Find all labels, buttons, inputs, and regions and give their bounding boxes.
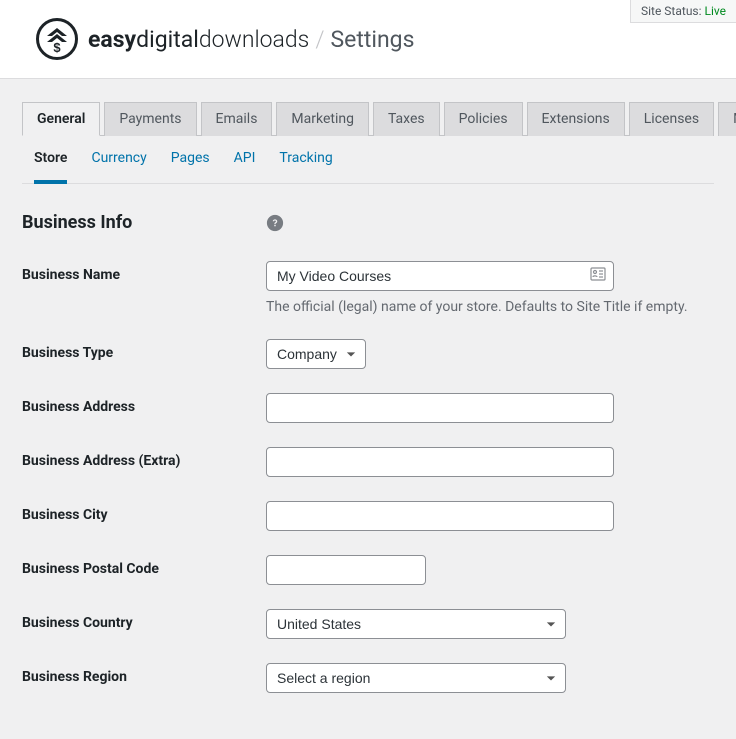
- tab-misc[interactable]: Misc: [718, 102, 736, 136]
- input-business-name[interactable]: [266, 261, 614, 291]
- svg-text:$: $: [53, 40, 61, 55]
- row-business-city: Business City: [22, 501, 714, 531]
- row-business-country: Business Country United States: [22, 609, 714, 639]
- section-header: Business Info: [22, 212, 714, 233]
- site-status-badge: Site Status: Live: [630, 0, 736, 23]
- contact-card-icon: [590, 267, 606, 285]
- label-business-type: Business Type: [22, 339, 266, 361]
- subtab-currency[interactable]: Currency: [91, 150, 146, 184]
- edd-logo-text: easydigitaldownloads: [88, 26, 309, 53]
- secondary-tabs: Store Currency Pages API Tracking: [22, 136, 714, 184]
- label-business-region: Business Region: [22, 663, 266, 685]
- select-business-country[interactable]: United States: [266, 609, 566, 639]
- label-business-address: Business Address: [22, 393, 266, 415]
- subtab-tracking[interactable]: Tracking: [279, 150, 332, 184]
- help-business-name: The official (legal) name of your store.…: [266, 299, 714, 315]
- site-status-label: Site Status:: [641, 4, 702, 18]
- select-business-type[interactable]: Company: [266, 339, 366, 369]
- brand-digital: digital: [136, 26, 199, 53]
- input-business-city[interactable]: [266, 501, 614, 531]
- tab-marketing[interactable]: Marketing: [276, 102, 369, 136]
- input-business-postal-code[interactable]: [266, 555, 426, 585]
- tab-licenses[interactable]: Licenses: [629, 102, 714, 136]
- row-business-address: Business Address: [22, 393, 714, 423]
- label-business-address-extra: Business Address (Extra): [22, 447, 266, 469]
- label-business-name: Business Name: [22, 261, 266, 283]
- settings-content: General Payments Emails Marketing Taxes …: [0, 79, 736, 739]
- label-business-postal-code: Business Postal Code: [22, 555, 266, 577]
- brand-easy: easy: [88, 26, 136, 53]
- tab-emails[interactable]: Emails: [201, 102, 273, 136]
- section-title: Business Info: [22, 212, 266, 233]
- row-business-name: Business Name The official (legal) name …: [22, 261, 714, 315]
- tab-policies[interactable]: Policies: [444, 102, 523, 136]
- help-icon[interactable]: [266, 214, 284, 232]
- subtab-pages[interactable]: Pages: [171, 150, 210, 184]
- tab-extensions[interactable]: Extensions: [527, 102, 625, 136]
- tab-taxes[interactable]: Taxes: [373, 102, 440, 136]
- edd-logo-icon: $: [36, 18, 78, 60]
- primary-tabs: General Payments Emails Marketing Taxes …: [22, 101, 714, 136]
- breadcrumb-separator: /: [315, 26, 324, 53]
- page-header: Site Status: Live $ easydigitaldownloads…: [0, 0, 736, 79]
- subtab-store[interactable]: Store: [34, 150, 67, 184]
- label-business-city: Business City: [22, 501, 266, 523]
- label-business-country: Business Country: [22, 609, 266, 631]
- site-status-value: Live: [705, 4, 726, 18]
- page-title: Settings: [330, 26, 414, 53]
- input-business-address[interactable]: [266, 393, 614, 423]
- select-business-region[interactable]: Select a region: [266, 663, 566, 693]
- row-business-type: Business Type Company: [22, 339, 714, 369]
- tab-general[interactable]: General: [22, 102, 100, 136]
- input-business-address-extra[interactable]: [266, 447, 614, 477]
- row-business-region: Business Region Select a region: [22, 663, 714, 693]
- row-business-address-extra: Business Address (Extra): [22, 447, 714, 477]
- subtab-api[interactable]: API: [234, 150, 256, 184]
- tab-payments[interactable]: Payments: [104, 102, 196, 136]
- brand-downloads: downloads: [199, 26, 310, 53]
- row-business-postal-code: Business Postal Code: [22, 555, 714, 585]
